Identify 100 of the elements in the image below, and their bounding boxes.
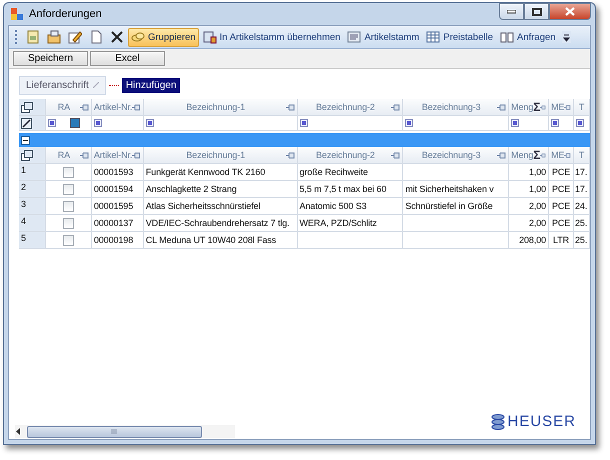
- header-cell[interactable]: RA: [46, 147, 92, 164]
- table-cell: Anschlagkette 2 Strang: [144, 181, 298, 198]
- pin-icon[interactable]: [132, 152, 141, 158]
- pin-icon[interactable]: [286, 152, 294, 158]
- pin-icon[interactable]: [391, 152, 400, 158]
- scrollbar-thumb[interactable]: [27, 426, 202, 438]
- document-icon: [26, 30, 40, 44]
- filter-operator-icon[interactable]: [405, 119, 414, 127]
- pin-icon[interactable]: [540, 152, 546, 158]
- maximize-icon: [532, 8, 542, 16]
- checkbox[interactable]: [62, 218, 74, 228]
- header-cell[interactable]: Bezeichnung-3: [403, 99, 510, 116]
- close-icon: [565, 7, 575, 16]
- header-cell[interactable]: MengΣ: [509, 147, 550, 164]
- table-cell: 25.: [574, 232, 590, 249]
- pin-icon[interactable]: [564, 104, 572, 110]
- toolbar-button[interactable]: Artikelstamm: [344, 28, 422, 46]
- toolbar-button[interactable]: Preistabelle: [423, 28, 496, 46]
- filter-checkbox-icon[interactable]: [70, 118, 80, 128]
- checkbox[interactable]: [62, 184, 74, 194]
- header-cell[interactable]: ME: [549, 147, 574, 164]
- table-cell: Anatomic 500 S3: [298, 198, 404, 215]
- add-group-button[interactable]: Hinzufügen: [122, 78, 180, 92]
- filter-operator-icon[interactable]: [576, 119, 584, 127]
- checkbox[interactable]: [62, 166, 74, 178]
- table-cell: 25.: [574, 215, 590, 232]
- header-cell[interactable]: Bezeichnung-1: [144, 147, 298, 164]
- table-cell: 17.: [574, 181, 590, 198]
- column-chooser[interactable]: [19, 147, 46, 164]
- table-cell: 00000137: [92, 215, 144, 232]
- header-cell[interactable]: Bezeichnung-2: [298, 147, 404, 164]
- table-cell: Atlas Sicherheitsschnürstiefel: [144, 198, 298, 215]
- table-cell: WERA, PZD/Schlitz: [298, 215, 404, 232]
- filter-operator-icon[interactable]: [146, 119, 154, 127]
- pin-icon[interactable]: [540, 104, 546, 110]
- collapse-icon[interactable]: [21, 136, 30, 144]
- pin-icon[interactable]: [391, 104, 400, 110]
- checkbox[interactable]: [62, 200, 74, 212]
- minimize-button[interactable]: [499, 3, 524, 20]
- table-cell: CL Meduna UT 10W40 208l Fass: [144, 232, 298, 249]
- header-cell[interactable]: T: [574, 99, 590, 116]
- scroll-left-icon[interactable]: [15, 428, 21, 435]
- delete-icon: [110, 30, 124, 44]
- column-chooser[interactable]: [19, 99, 46, 116]
- toolbar-button[interactable]: Gruppieren: [128, 28, 199, 46]
- pin-icon[interactable]: [497, 104, 506, 110]
- action-button[interactable]: Speichern: [13, 51, 88, 66]
- table-cell: PCE: [549, 181, 574, 198]
- grip-icon: [111, 429, 118, 434]
- row-number: 4: [19, 215, 46, 232]
- table-cell: 2,00: [509, 215, 550, 232]
- pin-icon[interactable]: [564, 152, 572, 158]
- filter-operator-icon[interactable]: [300, 119, 308, 127]
- header-cell[interactable]: T: [574, 147, 590, 164]
- table-cell: mit Sicherheitshaken v: [403, 181, 510, 198]
- header-cell[interactable]: MengΣ: [509, 99, 550, 116]
- filter-clear-icon[interactable]: [21, 118, 32, 128]
- table-cell: Schnürstiefel in Größe: [403, 198, 510, 215]
- table-cell: PCE: [549, 198, 574, 215]
- header-cell[interactable]: Bezeichnung-1: [144, 99, 298, 116]
- table-cell: Funkgerät Kennwood TK 2160: [144, 164, 298, 181]
- horizontal-scrollbar[interactable]: [15, 425, 235, 438]
- checkbox[interactable]: [62, 234, 74, 246]
- filter-operator-icon[interactable]: [551, 119, 560, 127]
- pin-icon[interactable]: [80, 104, 89, 110]
- header-cell[interactable]: Artikel-Nr.: [92, 99, 144, 116]
- sum-icon[interactable]: Σ: [533, 100, 540, 114]
- pin-icon[interactable]: [286, 104, 294, 110]
- close-button[interactable]: [549, 3, 591, 20]
- table-cell: PCE: [549, 215, 574, 232]
- pin-icon[interactable]: [132, 104, 141, 110]
- page-icon: [89, 30, 103, 44]
- table-cell: 2,00: [509, 198, 550, 215]
- table-cell: 1,00: [509, 181, 550, 198]
- header-cell[interactable]: Artikel-Nr.: [92, 147, 144, 164]
- sum-icon[interactable]: Σ: [533, 148, 540, 162]
- pin-icon[interactable]: [80, 152, 89, 158]
- table-cell: 00001594: [92, 181, 144, 198]
- table-cell: VDE/IEC-Schraubendrehersatz 7 tlg.: [144, 215, 298, 232]
- filter-operator-icon[interactable]: [511, 119, 520, 127]
- maximize-button[interactable]: [524, 3, 549, 20]
- header-cell[interactable]: Bezeichnung-2: [298, 99, 404, 116]
- toolbar-button[interactable]: In Artikelstamm übernehmen: [200, 28, 344, 46]
- filter-operator-icon[interactable]: [94, 119, 102, 127]
- action-button[interactable]: Excel: [90, 51, 165, 66]
- import-icon: [202, 30, 217, 44]
- header-cell[interactable]: ME: [549, 99, 574, 116]
- table-cell: 00001595: [92, 198, 144, 215]
- folder-icon: [47, 30, 61, 44]
- table-cell: LTR: [549, 232, 574, 249]
- toolbar-button[interactable]: Anfragen: [497, 28, 559, 46]
- group-by-chip[interactable]: Lieferanschrift: [19, 76, 106, 94]
- pin-icon[interactable]: [497, 152, 506, 158]
- card-icon: [347, 30, 362, 44]
- header-cell[interactable]: RA: [46, 99, 92, 116]
- logo-text: HEUSER: [507, 413, 576, 430]
- app-icon: [10, 7, 24, 21]
- header-cell[interactable]: Bezeichnung-3: [403, 147, 510, 164]
- filter-operator-icon[interactable]: [48, 119, 56, 127]
- overflow-icon[interactable]: [562, 31, 571, 43]
